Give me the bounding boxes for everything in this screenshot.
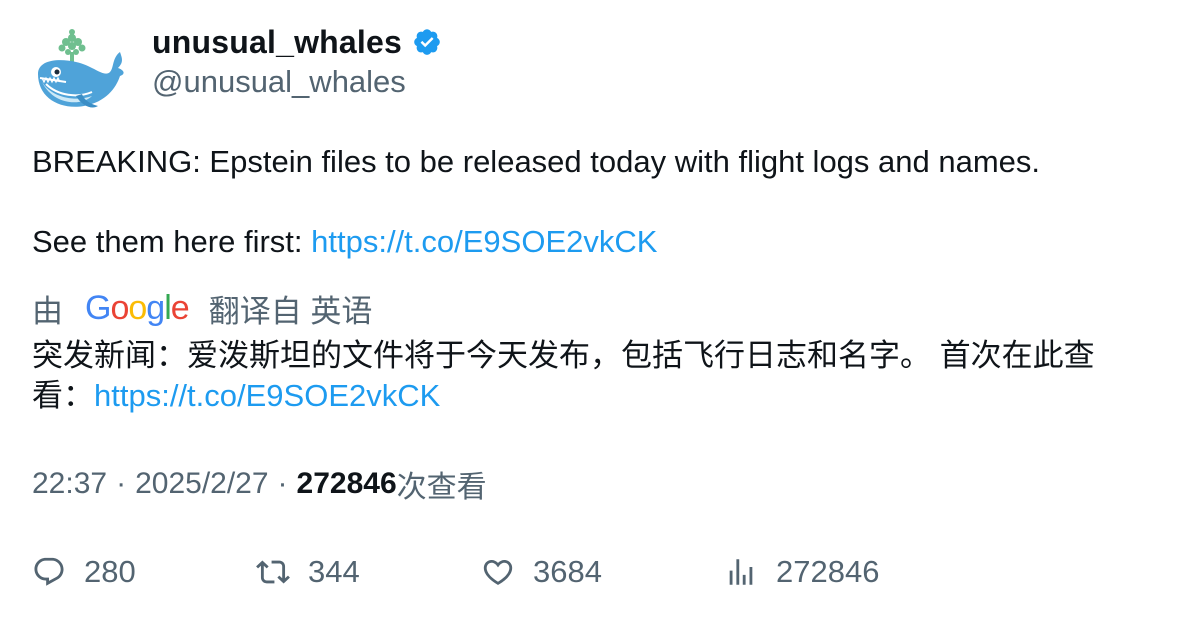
author-name-row: unusual_whales bbox=[152, 22, 442, 62]
reply-icon bbox=[34, 557, 64, 586]
tweet-link[interactable]: https://t.co/E9SOE2vkCK bbox=[311, 224, 657, 259]
heart-icon bbox=[483, 559, 513, 585]
meta-separator: · bbox=[277, 467, 288, 500]
google-logo: Google bbox=[85, 288, 190, 328]
google-letter: g bbox=[146, 288, 165, 327]
tweet-time[interactable]: 22:37 bbox=[32, 467, 107, 501]
views-label: 次查看 bbox=[396, 471, 487, 504]
google-letter: G bbox=[85, 288, 111, 327]
translated-text: 突发新闻：爱泼斯坦的文件将于今天发布，包括飞行日志和名字。 首次在此查 看：ht… bbox=[32, 336, 1172, 416]
translated-text-prefix: 看： bbox=[32, 378, 94, 413]
reply-count: 280 bbox=[84, 554, 136, 589]
views-count: 272846 bbox=[296, 467, 397, 500]
translated-link[interactable]: https://t.co/E9SOE2vkCK bbox=[94, 378, 440, 413]
views-action-count: 272846 bbox=[776, 554, 880, 589]
google-letter: o bbox=[128, 288, 147, 327]
google-letter: e bbox=[170, 288, 190, 327]
tweet-date[interactable]: 2025/2/27 bbox=[135, 467, 268, 501]
translated-text-line-2: 看：https://t.co/E9SOE2vkCK bbox=[32, 376, 1172, 416]
like-count: 3684 bbox=[533, 554, 602, 589]
repost-count: 344 bbox=[308, 554, 360, 589]
repost-icon bbox=[256, 560, 290, 584]
like-button[interactable]: 3684 bbox=[481, 550, 602, 594]
tweet-meta: 22:37 · 2025/2/27 · 272846 次查看 bbox=[32, 464, 487, 504]
tweet-text-line-1: BREAKING: Epstein files to be released t… bbox=[32, 144, 1041, 179]
whale-icon bbox=[38, 29, 124, 108]
google-letter: o bbox=[110, 288, 129, 327]
meta-separator: · bbox=[116, 467, 127, 500]
translation-attribution: 由 Google 翻译自 英语 bbox=[32, 288, 373, 329]
tweet-text-spacer bbox=[32, 182, 1172, 222]
tweet-text-prefix: See them here first: bbox=[32, 224, 312, 259]
author-handle[interactable]: @unusual_whales bbox=[152, 64, 406, 100]
tweet-text: BREAKING: Epstein files to be released t… bbox=[32, 142, 1172, 262]
author-display-name[interactable]: unusual_whales bbox=[152, 24, 402, 61]
avatar[interactable] bbox=[32, 26, 126, 112]
translated-text-line-1: 突发新闻：爱泼斯坦的文件将于今天发布，包括飞行日志和名字。 首次在此查 bbox=[32, 338, 1095, 373]
views-button[interactable]: 272846 bbox=[724, 550, 879, 594]
translated-from-label: 翻译自 英语 bbox=[208, 293, 373, 329]
translated-by-label: 由 bbox=[32, 293, 63, 329]
repost-button[interactable]: 344 bbox=[256, 550, 360, 594]
analytics-icon bbox=[729, 559, 753, 585]
tweet-text-line-2: See them here first: https://t.co/E9SOE2… bbox=[32, 222, 1172, 262]
reply-button[interactable]: 280 bbox=[32, 550, 136, 594]
verified-badge-icon[interactable] bbox=[412, 27, 442, 57]
